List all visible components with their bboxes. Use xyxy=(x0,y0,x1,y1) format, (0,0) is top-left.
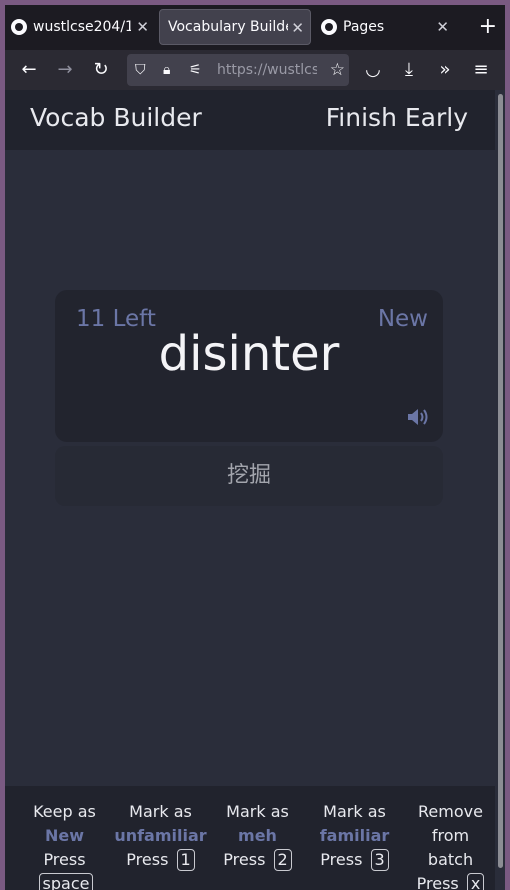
tab-label: wustlcse204/1 xyxy=(33,19,131,35)
pocket-icon[interactable]: ◡ xyxy=(357,54,389,86)
github-icon xyxy=(321,19,337,35)
app-title: Vocab Builder xyxy=(30,103,202,132)
action-label: Mark as xyxy=(129,802,192,821)
new-tab-icon[interactable]: + xyxy=(479,11,497,43)
download-icon[interactable]: ⤓ xyxy=(393,54,425,86)
speaker-icon[interactable] xyxy=(406,406,430,428)
scrollbar-thumb[interactable] xyxy=(498,94,503,868)
close-icon[interactable]: ✕ xyxy=(436,9,449,45)
action-label: from xyxy=(431,826,470,845)
forward-icon[interactable]: → xyxy=(49,54,81,86)
app-header: Vocab Builder Finish Early xyxy=(5,90,495,150)
press-label: Press xyxy=(416,874,459,890)
lock-icon[interactable]: 🔒︎ xyxy=(163,54,170,86)
reload-icon[interactable]: ↻ xyxy=(85,54,117,86)
browser-toolbar: ← → ↻ ⛉ 🔒︎ ⚟ https://wustlcs ☆ ◡ ⤓ » ≡ xyxy=(5,50,505,90)
word-definition: 挖掘 xyxy=(226,463,271,488)
overflow-chevrons-icon[interactable]: » xyxy=(429,54,461,86)
action-highlight: New xyxy=(44,826,85,845)
press-label: Press xyxy=(223,850,266,869)
action-highlight: meh xyxy=(238,826,277,845)
tab-pages[interactable]: Pages ✕ xyxy=(321,9,455,45)
action-label: Mark as xyxy=(323,802,386,821)
shortcut-key: space xyxy=(38,873,94,890)
shortcut-key: 3 xyxy=(370,849,389,871)
browser-tab-bar: wustlcse204/1 ✕ Vocabulary Builder ✕ Pag… xyxy=(5,5,505,50)
permissions-icon[interactable]: ⚟ xyxy=(189,54,202,86)
github-icon xyxy=(11,19,27,35)
keep-as-new-action[interactable]: Keep as New Press space xyxy=(17,800,112,890)
press-label: Press xyxy=(126,850,169,869)
menu-icon[interactable]: ≡ xyxy=(465,54,497,86)
tab-vocabulary-builder[interactable]: Vocabulary Builder ✕ xyxy=(159,9,311,45)
mark-meh-action[interactable]: Mark as meh Press 2 xyxy=(210,800,305,872)
page-viewport: Vocab Builder Finish Early 11 Left New d… xyxy=(5,90,505,890)
action-highlight: familiar xyxy=(319,826,390,845)
action-highlight: unfamiliar xyxy=(114,826,207,845)
vocab-word: disinter xyxy=(158,326,340,382)
close-icon[interactable]: ✕ xyxy=(291,10,304,44)
page-scrollbar[interactable] xyxy=(495,90,505,890)
press-label: Press xyxy=(43,850,86,869)
bookmark-star-icon[interactable]: ☆ xyxy=(330,54,345,86)
action-footer: Keep as New Press space Mark as unfamili… xyxy=(5,786,495,890)
action-label: batch xyxy=(427,850,474,869)
shortcut-key: 2 xyxy=(273,849,292,871)
definition-panel[interactable]: 挖掘 xyxy=(55,446,443,506)
press-label: Press xyxy=(320,850,363,869)
action-label: Remove xyxy=(418,802,483,821)
tab-github-repo[interactable]: wustlcse204/1 ✕ xyxy=(11,9,155,45)
tab-label: Pages xyxy=(343,19,385,35)
url-text[interactable]: https://wustlcs xyxy=(217,54,317,86)
finish-early-button[interactable]: Finish Early xyxy=(326,90,468,146)
action-label: Keep as xyxy=(33,802,96,821)
shortcut-key: 1 xyxy=(176,849,195,871)
flashcard[interactable]: 11 Left New disinter xyxy=(55,290,443,442)
shortcut-key: x xyxy=(466,873,485,890)
url-bar[interactable]: ⛉ 🔒︎ ⚟ https://wustlcs ☆ xyxy=(127,54,349,86)
tab-label: Vocabulary Builder xyxy=(168,19,288,35)
remove-from-batch-action[interactable]: Remove from batch Press x xyxy=(403,800,498,890)
mark-unfamiliar-action[interactable]: Mark as unfamiliar Press 1 xyxy=(113,800,208,872)
back-icon[interactable]: ← xyxy=(13,54,45,86)
action-label: Mark as xyxy=(226,802,289,821)
close-icon[interactable]: ✕ xyxy=(136,9,149,45)
shield-icon[interactable]: ⛉ xyxy=(135,54,146,86)
mark-familiar-action[interactable]: Mark as familiar Press 3 xyxy=(307,800,402,872)
